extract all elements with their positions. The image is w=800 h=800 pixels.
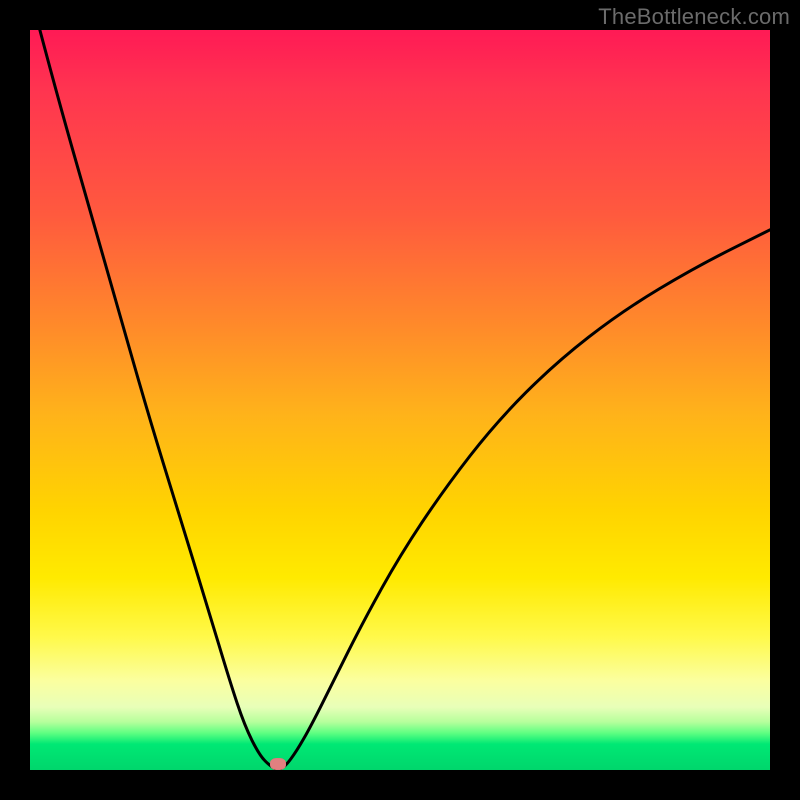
minimum-marker-icon [270,758,286,770]
watermark-text: TheBottleneck.com [598,4,790,30]
bottleneck-curve [30,30,770,770]
chart-frame: TheBottleneck.com [0,0,800,800]
plot-area [30,30,770,770]
